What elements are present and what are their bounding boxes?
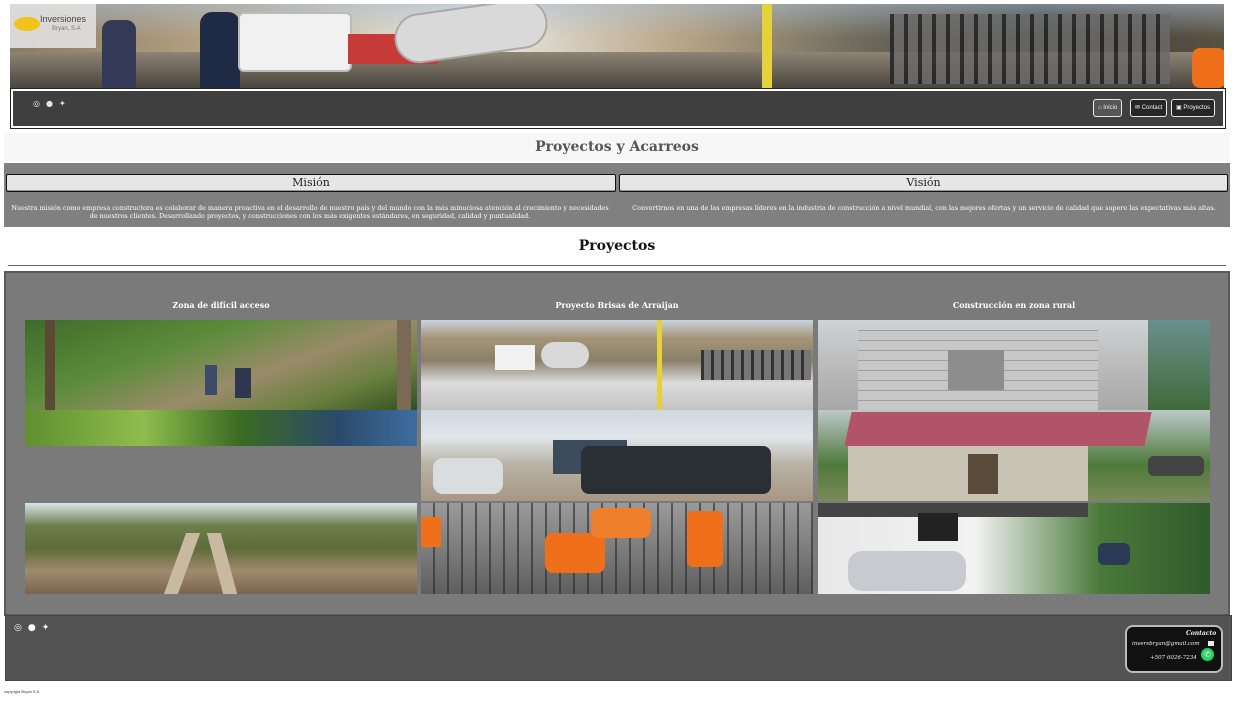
- navbar-social-links: ◎ ● ✦: [33, 99, 66, 108]
- instagram-icon[interactable]: ◎: [33, 99, 40, 108]
- project-photo[interactable]: [421, 320, 813, 410]
- logo-icon: [14, 17, 40, 31]
- header-banner-image: [10, 4, 1224, 88]
- column-title-zona-dificil: Zona de difícil acceso: [172, 300, 270, 310]
- nav-contact-button[interactable]: ✉ Contact: [1130, 99, 1168, 117]
- banner-worker-figure: [102, 20, 136, 88]
- project-photo[interactable]: [818, 410, 1210, 501]
- column-title-brisas-arraijan: Proyecto Brisas de Arraijan: [555, 300, 679, 310]
- twitter-icon[interactable]: ✦: [59, 99, 66, 108]
- mission-vision-panel: Misión Visión Nuestra misión como empres…: [4, 163, 1230, 227]
- footer-social-links: ◎ ● ✦: [14, 623, 49, 633]
- project-photo[interactable]: [421, 503, 813, 594]
- banner-worker-figure: [200, 12, 240, 88]
- banner-pole: [762, 4, 772, 88]
- project-photo[interactable]: [818, 503, 1210, 594]
- vision-heading: Visión: [619, 174, 1228, 192]
- gallery-icon: ▣: [1176, 105, 1182, 111]
- column-title-zona-rural: Construcción en zona rural: [952, 300, 1076, 310]
- facebook-icon[interactable]: ●: [28, 623, 36, 633]
- navbar: ◎ ● ✦ ⌂ Inicio ✉ Contact ▣ Proyectos: [10, 88, 1226, 129]
- nav-proyectos-label: Proyectos: [1183, 105, 1211, 111]
- banner-rebar-structure: [890, 14, 1170, 84]
- contact-email[interactable]: inversbryan@gmail.com: [1132, 641, 1200, 647]
- banner-worker-figure: [1192, 48, 1224, 88]
- instagram-icon[interactable]: ◎: [14, 623, 22, 633]
- nav-inicio-button[interactable]: ⌂ Inicio: [1093, 99, 1123, 117]
- page-title: Proyectos y Acarreos: [4, 133, 1230, 161]
- project-photo[interactable]: [421, 410, 813, 501]
- contact-phone[interactable]: +507 6026-7234: [1150, 655, 1197, 661]
- contact-title: Contacto: [1186, 630, 1217, 637]
- divider: [8, 265, 1226, 266]
- mail-icon: [1208, 641, 1214, 646]
- mission-text: Nuestra misión como empresa constructora…: [11, 204, 609, 220]
- facebook-icon[interactable]: ●: [46, 99, 53, 108]
- copyright-text: copyright Bryan S.A: [4, 689, 40, 694]
- mail-icon: ✉: [1135, 105, 1141, 111]
- home-icon: ⌂: [1098, 105, 1102, 111]
- project-photo[interactable]: [25, 320, 417, 410]
- nav-proyectos-button[interactable]: ▣ Proyectos: [1171, 99, 1216, 117]
- vision-text: Convertirnos en una de las empresas líde…: [632, 204, 1216, 212]
- projects-heading: Proyectos: [578, 238, 656, 254]
- twitter-icon[interactable]: ✦: [42, 623, 50, 633]
- nav-inicio-label: Inicio: [1103, 105, 1118, 111]
- whatsapp-icon[interactable]: ✆: [1201, 648, 1214, 661]
- logo-text: Inversiones: [40, 14, 87, 24]
- project-photo[interactable]: [818, 320, 1210, 410]
- mission-heading: Misión: [6, 174, 616, 192]
- project-photo[interactable]: [25, 503, 417, 594]
- project-photo[interactable]: [25, 410, 417, 446]
- nav-contact-label: Contact: [1141, 105, 1163, 111]
- footer: [5, 615, 1232, 681]
- logo-subtext: Bryan, S.A: [52, 26, 81, 32]
- banner-truck-cab: [238, 12, 352, 72]
